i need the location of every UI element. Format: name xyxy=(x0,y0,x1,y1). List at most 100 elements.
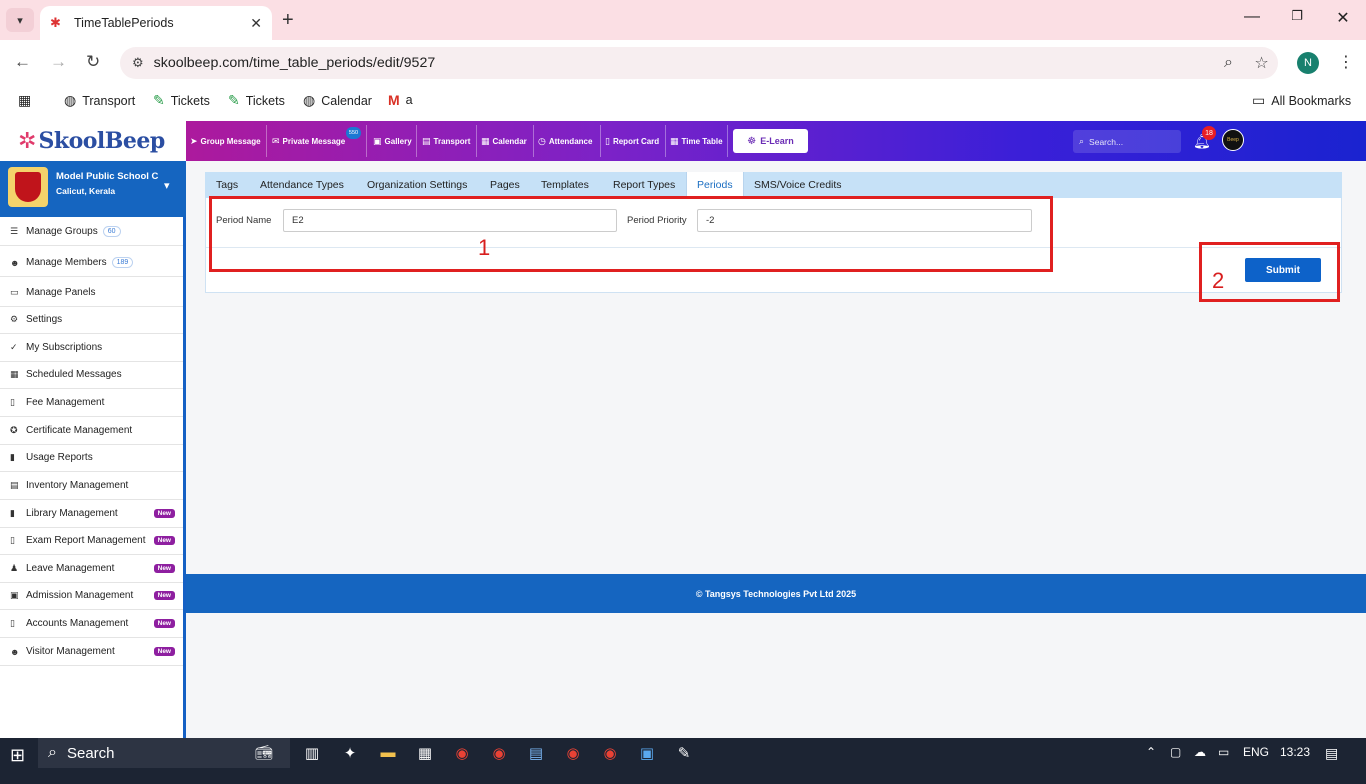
nav-separator xyxy=(727,125,728,157)
new-badge: New xyxy=(153,509,175,518)
store-icon[interactable]: ▦ xyxy=(413,744,437,762)
school-crest-icon xyxy=(8,167,48,207)
copilot-icon[interactable]: ✦ xyxy=(338,744,362,762)
image-icon: ▣ xyxy=(373,135,382,146)
user-avatar[interactable]: Beep xyxy=(1222,129,1244,151)
clock-time[interactable]: 13:23 xyxy=(1280,745,1310,759)
paint-icon[interactable]: ✎ xyxy=(672,744,696,762)
sidebar-item-manage-members[interactable]: ☻ Manage Members 189 xyxy=(0,249,183,277)
chrome-icon[interactable]: ◉ xyxy=(598,744,622,762)
file-icon: ▯ xyxy=(605,135,610,146)
tab-report-types[interactable]: Report Types xyxy=(603,172,685,198)
tab-organization-settings[interactable]: Organization Settings xyxy=(357,172,477,198)
file-explorer-icon[interactable]: ▬ xyxy=(376,744,400,761)
users-icon: ☻ xyxy=(10,257,20,268)
new-badge: New xyxy=(153,564,175,573)
table-icon: ▦ xyxy=(670,135,679,146)
tab-search-button[interactable]: ▾ xyxy=(6,8,34,32)
new-badge: New xyxy=(153,647,175,656)
all-bookmarks[interactable]: ▭ All Bookmarks xyxy=(1252,92,1351,109)
globe-icon: ◍ xyxy=(64,92,77,108)
radio-widget-icon[interactable]: 📻︎ xyxy=(252,744,276,761)
site-info-icon[interactable]: ⚙ xyxy=(132,55,144,71)
notifications-icon[interactable]: ▤ xyxy=(1325,745,1338,762)
mail-icon: ✉ xyxy=(272,135,280,146)
minimize-window-button[interactable]: — xyxy=(1237,8,1267,26)
chrome-icon[interactable]: ◉ xyxy=(561,744,585,762)
inventory-icon: ▤ xyxy=(10,480,19,490)
sidebar-item-exam-report-management[interactable]: ▯ Exam Report Management New xyxy=(0,527,183,555)
chrome-icon[interactable]: ◉ xyxy=(487,744,511,762)
sidebar-item-settings[interactable]: ⚙ Settings xyxy=(0,306,183,334)
sidebar-item-accounts-management[interactable]: ▯ Accounts Management New xyxy=(0,610,183,638)
close-window-button[interactable]: ✕ xyxy=(1328,8,1358,28)
reload-button[interactable]: ↻ xyxy=(86,52,100,72)
sidebar-item-manage-groups[interactable]: ☰ Manage Groups 60 xyxy=(0,218,183,246)
bookmark-calendar[interactable]: ◍ Calendar xyxy=(303,92,372,109)
close-tab-icon[interactable]: ✕ xyxy=(250,15,262,32)
bookmark-star-icon[interactable]: ☆ xyxy=(1245,53,1278,73)
folder-icon: ▭ xyxy=(1252,92,1266,108)
back-button[interactable]: ← xyxy=(14,52,31,72)
zoom-icon[interactable]: ⌕ xyxy=(1212,54,1245,72)
profile-avatar[interactable]: N xyxy=(1297,52,1319,74)
elearn-button[interactable]: ☸ E-Learn xyxy=(733,129,808,153)
tab-templates[interactable]: Templates xyxy=(531,172,599,198)
book-icon: ▮ xyxy=(10,508,15,518)
camera-icon[interactable]: ▢ xyxy=(1170,745,1181,759)
nav-attendance[interactable]: ◷ Attendance xyxy=(534,121,596,161)
new-tab-button[interactable]: + xyxy=(282,9,294,32)
forward-button[interactable]: → xyxy=(50,52,67,72)
battery-icon[interactable]: ▭ xyxy=(1218,745,1229,759)
browser-menu-icon[interactable]: ⋮ xyxy=(1338,52,1354,72)
nav-calendar[interactable]: ▦ Calendar xyxy=(477,121,531,161)
apps-grid-icon[interactable]: ▦ xyxy=(18,92,37,109)
annotation-box-1 xyxy=(209,196,1053,272)
bookmark-transport[interactable]: ◍ Transport xyxy=(64,92,135,109)
photos-icon[interactable]: ▣ xyxy=(635,744,659,762)
elearn-icon: ☸ xyxy=(747,135,757,147)
bookmark-tickets-1[interactable]: ✎ Tickets xyxy=(153,92,210,109)
tab-sms-voice-credits[interactable]: SMS/Voice Credits xyxy=(744,172,852,198)
tab-periods[interactable]: Periods xyxy=(686,172,744,198)
tab-attendance-types[interactable]: Attendance Types xyxy=(250,172,354,198)
sidebar-item-usage-reports[interactable]: ▮ Usage Reports xyxy=(0,444,183,472)
sidebar-item-visitor-management[interactable]: ☻ Visitor Management New xyxy=(0,638,183,666)
skoolbeep-favicon-icon: ✱ xyxy=(50,15,61,30)
weather-icon[interactable]: ☁ xyxy=(1194,745,1206,759)
language-indicator[interactable]: ENG xyxy=(1243,745,1269,759)
bookmark-gmail[interactable]: Ma xyxy=(388,92,413,108)
chrome-icon[interactable]: ◉ xyxy=(450,744,474,762)
header-search-input[interactable]: ⌕ Search... xyxy=(1073,130,1181,153)
tab-tags[interactable]: Tags xyxy=(206,172,248,198)
nav-report-card[interactable]: ▯ Report Card xyxy=(601,121,663,161)
nav-private-message[interactable]: ✉ Private Message xyxy=(268,121,349,161)
address-bar[interactable]: ⚙ skoolbeep.com/time_table_periods/edit/… xyxy=(120,47,1278,79)
sidebar-item-fee-management[interactable]: ▯ Fee Management xyxy=(0,389,183,417)
tickets-icon: ✎ xyxy=(153,92,165,108)
sidebar-item-scheduled-messages[interactable]: ▦ Scheduled Messages xyxy=(0,361,183,389)
nav-group-message[interactable]: ➤ Group Message xyxy=(186,121,265,161)
chevron-up-icon[interactable]: ⌃ xyxy=(1146,745,1156,759)
nav-gallery[interactable]: ▣ Gallery xyxy=(369,121,416,161)
sidebar-item-leave-management[interactable]: ♟ Leave Management New xyxy=(0,555,183,583)
sidebar-item-certificate-management[interactable]: ✪ Certificate Management xyxy=(0,417,183,445)
restore-window-button[interactable]: ❐ xyxy=(1282,8,1312,24)
skoolbeep-logo[interactable]: ✲ SkoolBeep xyxy=(0,121,186,161)
browser-tab-active[interactable]: ✱ TimeTablePeriods ✕ xyxy=(40,6,272,40)
sidebar-item-library-management[interactable]: ▮ Library Management New xyxy=(0,500,183,528)
monitor-icon: ▭ xyxy=(10,287,19,297)
task-view-icon[interactable]: ▥ xyxy=(300,744,324,762)
tab-pages[interactable]: Pages xyxy=(480,172,530,198)
private-message-badge: 550 xyxy=(346,127,361,139)
nav-time-table[interactable]: ▦ Time Table xyxy=(666,121,727,161)
windows-start-icon[interactable]: ⊞ xyxy=(10,745,25,766)
sidebar-item-inventory-management[interactable]: ▤ Inventory Management xyxy=(0,472,183,500)
sidebar-item-my-subscriptions[interactable]: ✓ My Subscriptions xyxy=(0,334,183,362)
sidebar-item-manage-panels[interactable]: ▭ Manage Panels xyxy=(0,279,183,307)
sidebar-item-admission-management[interactable]: ▣ Admission Management New xyxy=(0,582,183,610)
bookmark-tickets-2[interactable]: ✎ Tickets xyxy=(228,92,285,109)
nav-transport[interactable]: ▤ Transport xyxy=(418,121,474,161)
school-selector[interactable]: Model Public School C Calicut, Kerala ▾ xyxy=(0,161,186,217)
notepad-icon[interactable]: ▤ xyxy=(524,744,548,762)
